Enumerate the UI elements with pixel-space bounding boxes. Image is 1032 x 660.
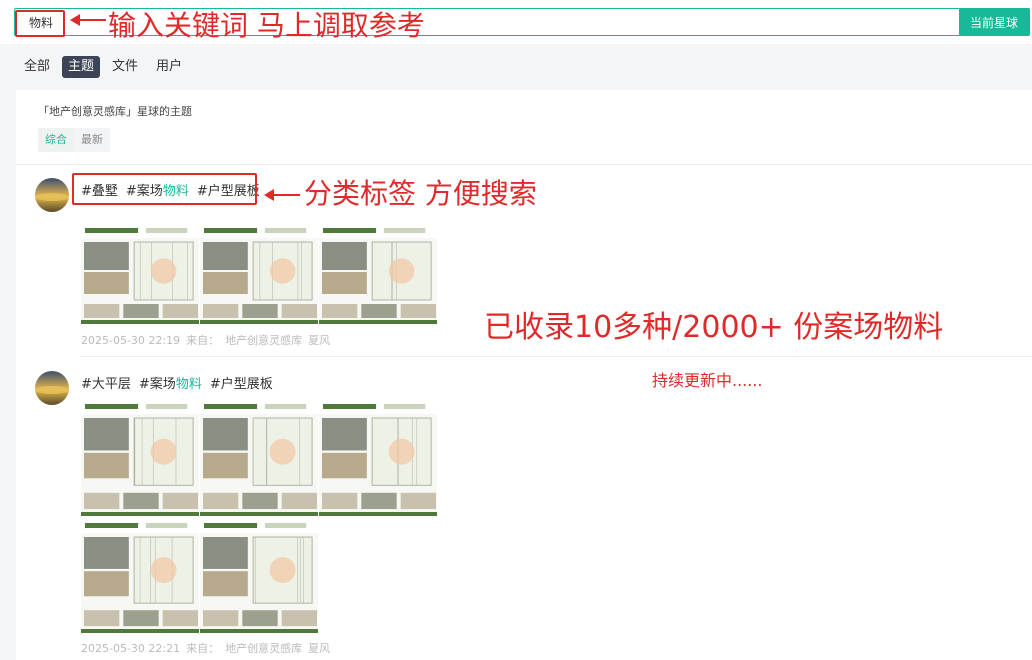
tab-all[interactable]: 全部 [18,56,56,78]
divider [80,356,1032,357]
tag-keyword-highlight: 物料 [162,184,189,199]
tab-topics[interactable]: 主题 [62,56,101,78]
search-hint-annotation: 输入关键词 马上调取参考 [108,9,425,42]
arrow-left-icon [70,14,106,26]
sort-tab-latest[interactable]: 最新 [74,128,110,152]
post-image-thumbnail[interactable] [319,400,437,516]
tag-text: #大平层 [81,377,131,392]
tag[interactable]: #户型展板 [197,180,260,199]
post-meta: 2025-05-30 22:19 来自： 地产创意灵感库 夏风 [81,332,336,348]
tag-hint-annotation: 分类标签 方便搜索 [304,177,537,210]
tag[interactable]: #叠墅 [81,180,118,199]
post-image-thumbnail[interactable] [200,224,318,324]
post-tags: #叠墅 #案场物料 #户型展板 [81,180,260,199]
scope-title: 「地产创意灵感库」星球的主题 [38,105,192,118]
post-time: 2025-05-30 22:19 [81,334,181,347]
tag[interactable]: #案场物料 [126,180,189,199]
sort-tab-comprehensive[interactable]: 综合 [38,128,74,152]
tag[interactable]: #户型展板 [210,373,273,392]
tag-text: #案场 [138,377,176,392]
tag[interactable]: #大平层 [81,373,131,392]
post-image-thumbnail[interactable] [200,400,318,516]
current-planet-search-button[interactable]: 当前星球 [959,8,1029,36]
post-image-thumbnail[interactable] [81,224,199,324]
from-label: 来自： [186,642,220,655]
tag-text: #叠墅 [81,184,118,199]
post-tags: #大平层 #案场物料 #户型展板 [81,373,273,392]
tag-text: #户型展板 [196,184,260,199]
post-time: 2025-05-30 22:21 [81,642,181,655]
post-image-thumbnail[interactable] [81,519,199,633]
tab-files[interactable]: 文件 [106,56,144,78]
tag[interactable]: #案场物料 [139,373,202,392]
arrow-left-icon [264,189,300,201]
divider [16,164,1032,165]
avatar[interactable] [35,371,69,405]
post-image-thumbnail[interactable] [81,400,199,516]
post-author[interactable]: 夏风 [308,642,330,655]
from-label: 来自： [186,334,220,347]
post-source[interactable]: 地产创意灵感库 [225,334,302,347]
collection-annotation: 已收录10多种/2000+ 份案场物料 [484,310,944,345]
tag-text: #案场 [125,184,163,199]
post-image-thumbnail[interactable] [319,224,437,324]
updating-annotation: 持续更新中...... [652,371,763,390]
type-tabs: 全部 主题 文件 用户 [18,56,188,78]
tag-text: #户型展板 [209,377,273,392]
tag-keyword-highlight: 物料 [175,377,202,392]
sort-tabs: 综合 最新 [38,128,110,152]
post-source[interactable]: 地产创意灵感库 [225,642,302,655]
post-author[interactable]: 夏风 [308,334,330,347]
tab-users[interactable]: 用户 [150,56,188,78]
post-image-thumbnail[interactable] [200,519,318,633]
post-meta: 2025-05-30 22:21 来自： 地产创意灵感库 夏风 [81,640,336,656]
avatar[interactable] [35,178,69,212]
